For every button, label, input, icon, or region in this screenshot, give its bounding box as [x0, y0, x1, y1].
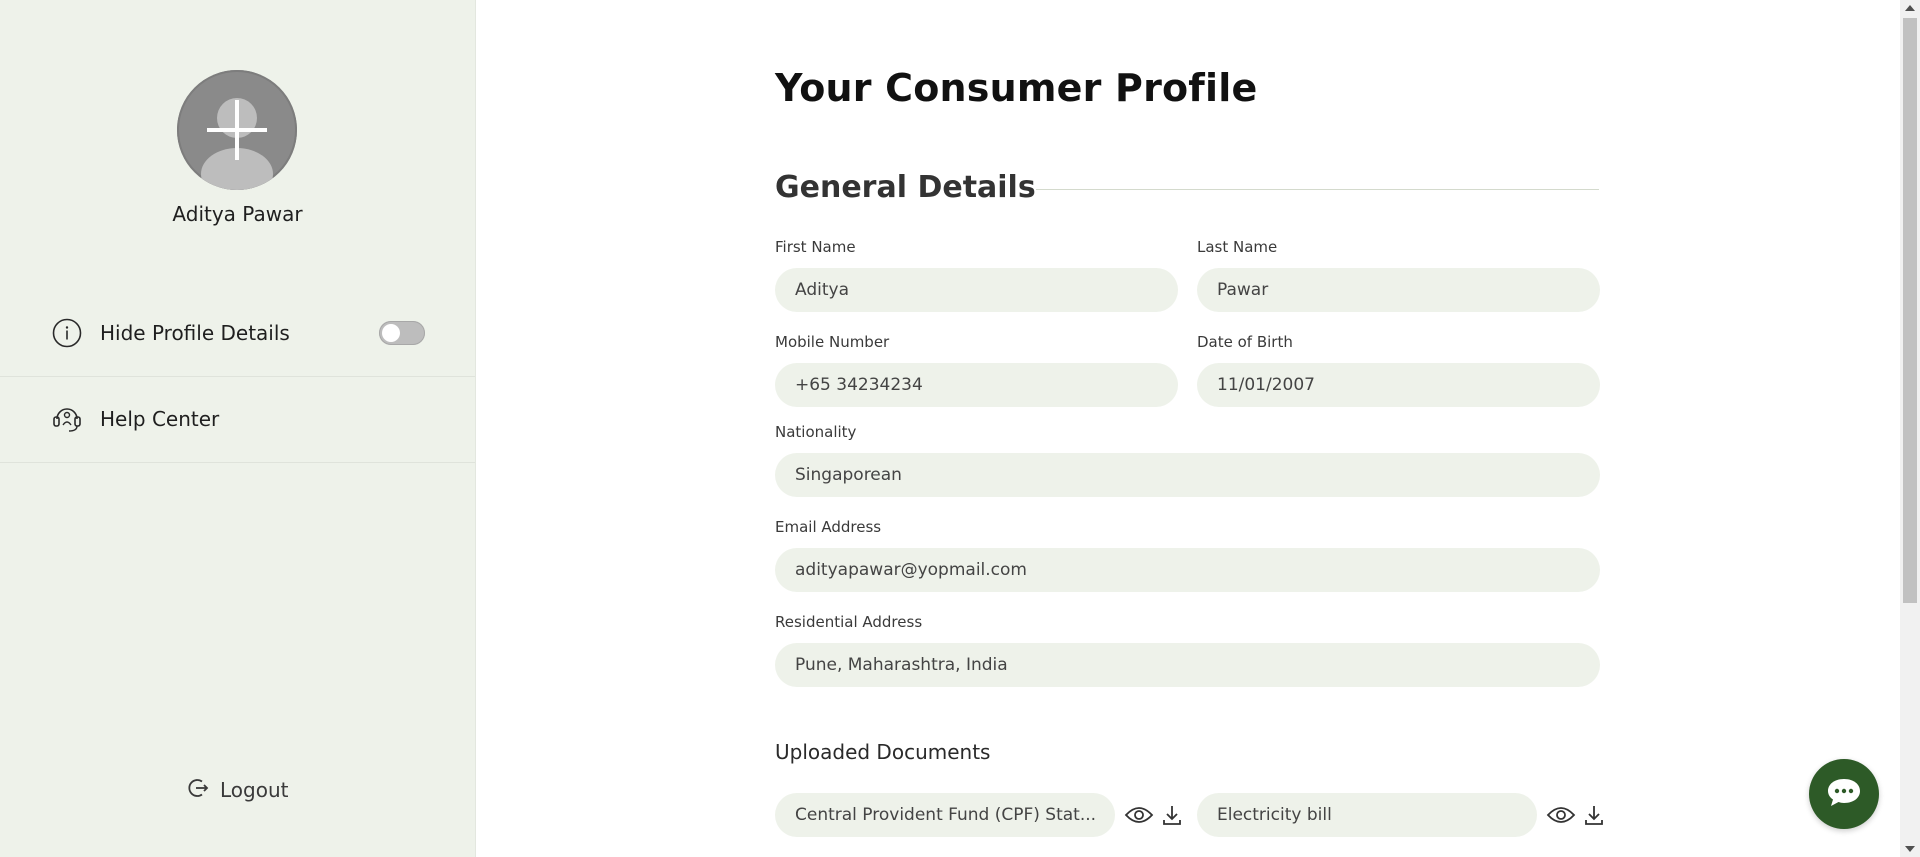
- sidebar: Aditya Pawar Hide Profile Details Help C…: [0, 0, 476, 857]
- document-item: Electricity bill: [1197, 793, 1537, 837]
- hide-profile-toggle[interactable]: [379, 321, 425, 345]
- section-title-general-details: General Details: [775, 170, 1036, 205]
- residential-address-field[interactable]: [775, 643, 1600, 687]
- last-name-label: Last Name: [1197, 238, 1278, 256]
- download-icon[interactable]: [1582, 802, 1606, 828]
- sidebar-item-label: Help Center: [100, 407, 220, 431]
- nationality-label: Nationality: [775, 423, 857, 441]
- logout-icon: [186, 776, 210, 804]
- chat-button[interactable]: [1809, 759, 1879, 829]
- info-icon: [51, 317, 83, 349]
- last-name-field[interactable]: [1197, 268, 1600, 312]
- logout-button[interactable]: Logout: [186, 776, 288, 804]
- logout-label: Logout: [220, 778, 289, 802]
- scroll-up-arrow[interactable]: [1905, 5, 1915, 11]
- nationality-field[interactable]: [775, 453, 1600, 497]
- mobile-number-field[interactable]: [775, 363, 1178, 407]
- main-content: Your Consumer Profile General Details Fi…: [476, 0, 1900, 857]
- view-eye-icon[interactable]: [1124, 802, 1154, 828]
- date-of-birth-field[interactable]: [1197, 363, 1600, 407]
- section-divider: [1036, 189, 1599, 190]
- app-root: Aditya Pawar Hide Profile Details Help C…: [0, 0, 1920, 857]
- page-scrollbar[interactable]: [1900, 0, 1920, 857]
- first-name-field[interactable]: [775, 268, 1178, 312]
- download-icon[interactable]: [1160, 802, 1184, 828]
- avatar-placeholder-icon: [201, 98, 273, 190]
- mobile-number-label: Mobile Number: [775, 333, 890, 351]
- chat-bubble-icon: [1826, 776, 1862, 812]
- scroll-down-arrow[interactable]: [1905, 846, 1915, 852]
- user-name: Aditya Pawar: [172, 202, 303, 226]
- residential-address-label: Residential Address: [775, 613, 923, 631]
- page-title: Your Consumer Profile: [775, 66, 1258, 110]
- toggle-knob: [382, 324, 400, 342]
- email-address-label: Email Address: [775, 518, 882, 536]
- scroll-thumb[interactable]: [1903, 18, 1917, 603]
- headset-icon: [51, 403, 83, 435]
- sidebar-item-help-center[interactable]: Help Center: [0, 376, 475, 463]
- view-eye-icon[interactable]: [1546, 802, 1576, 828]
- sidebar-item-label: Hide Profile Details: [100, 321, 290, 345]
- uploaded-documents-title: Uploaded Documents: [775, 740, 991, 764]
- email-address-field[interactable]: [775, 548, 1600, 592]
- first-name-label: First Name: [775, 238, 856, 256]
- document-item: Central Provident Fund (CPF) Stat...: [775, 793, 1115, 837]
- date-of-birth-label: Date of Birth: [1197, 333, 1293, 351]
- avatar-upload[interactable]: [177, 70, 297, 190]
- sidebar-item-hide-profile: Hide Profile Details: [0, 290, 475, 377]
